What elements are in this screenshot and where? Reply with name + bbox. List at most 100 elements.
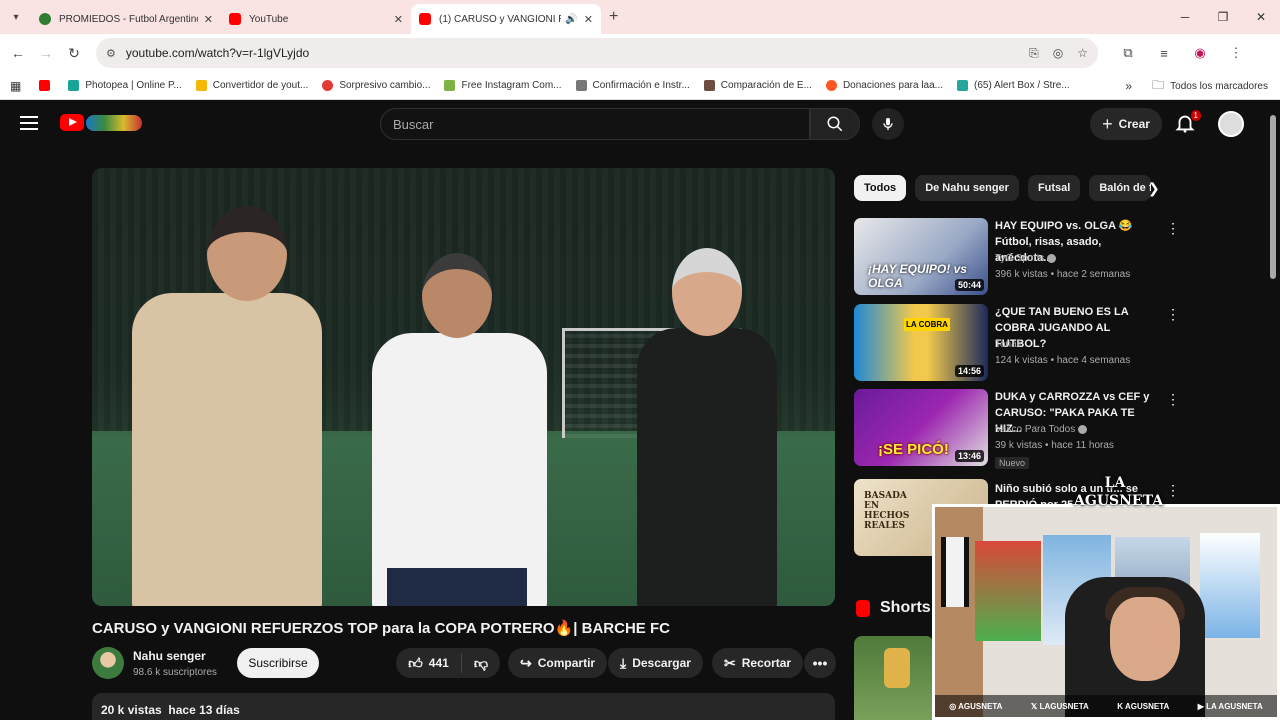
share-button[interactable]: ↪ Compartir <box>508 648 608 678</box>
more-vertical-icon[interactable]: ⋮ <box>1166 482 1180 499</box>
youtube-favicon-icon <box>229 13 241 25</box>
video-thumbnail[interactable]: LA COBRA 14:56 <box>854 304 988 381</box>
chip-from-channel[interactable]: De Nahu senger <box>915 175 1019 201</box>
recommendation-item[interactable]: ¡SE PICÓ! 13:46 DUKA y CARROZZA vs CEF y… <box>854 389 1180 469</box>
like-button[interactable]: 👍︎ 441 <box>396 653 462 673</box>
bookmark-item[interactable]: Photopea | Online P... <box>68 80 182 91</box>
chevron-right-icon[interactable]: ❯ <box>1148 180 1160 197</box>
bookmark-item[interactable]: Comparación de E... <box>703 80 812 91</box>
browser-tab-video[interactable]: (1) CARUSO y VANGIONI RE 🔊 ✕ <box>411 4 601 34</box>
window-controls: ─ ❐ ✕ <box>1166 0 1280 34</box>
duration-badge: 14:56 <box>954 365 984 377</box>
video-thumbnail[interactable]: ¡SE PICÓ! 13:46 <box>854 389 988 466</box>
recommendation-channel: TyC Sports <box>995 253 1057 264</box>
youtube-bookmark-icon[interactable] <box>35 80 54 91</box>
forward-arrow-icon[interactable]: → <box>32 45 60 61</box>
folder-icon: 🗀 <box>1152 77 1165 92</box>
youtube-doodle-logo <box>86 114 142 131</box>
verified-check-icon <box>1047 253 1057 263</box>
youtube-header: Buscar + Crear 1 <box>0 100 1280 148</box>
install-app-icon[interactable]: ⎘ <box>1029 46 1039 61</box>
speaker-icon[interactable]: 🔊 <box>565 14 577 25</box>
subscribe-button[interactable]: Suscribirse <box>237 648 319 678</box>
eye-off-icon[interactable]: ◎ <box>1053 46 1063 60</box>
close-tab-icon[interactable]: ✕ <box>204 13 213 26</box>
hamburger-menu-icon[interactable] <box>20 116 38 134</box>
microphone-icon <box>883 118 893 130</box>
upload-age: hace 13 días <box>168 703 240 717</box>
browser-menu-icon[interactable]: ⋮ <box>1218 45 1254 61</box>
chip-ballon[interactable]: Balón de f <box>1089 175 1152 201</box>
description-box[interactable]: 20 k vistas hace 13 días <box>92 693 835 720</box>
channel-name[interactable]: Nahu senger <box>133 649 206 663</box>
youtube-logo[interactable] <box>60 114 142 131</box>
minimize-icon[interactable]: ─ <box>1166 10 1204 24</box>
more-vertical-icon[interactable]: ⋮ <box>1166 391 1180 408</box>
bookmark-item[interactable]: Convertidor de yout... <box>195 80 308 91</box>
voice-search-button[interactable] <box>872 108 904 140</box>
search-input[interactable]: Buscar <box>380 108 810 140</box>
video-frame-person <box>372 333 547 606</box>
profile-icon[interactable]: ◉ <box>1182 45 1218 61</box>
address-bar[interactable]: ⚙ youtube.com/watch?v=r-1lgVLyjdo ⎘ ◎ ☆ <box>96 38 1098 68</box>
apps-grid-icon[interactable]: ▦ <box>10 79 21 93</box>
browser-tab-youtube[interactable]: YouTube ✕ <box>221 4 411 34</box>
bookmark-item[interactable]: Confirmación e Instr... <box>575 80 690 91</box>
back-arrow-icon[interactable]: ← <box>4 45 32 61</box>
dislike-button[interactable]: 👎︎ <box>462 655 500 672</box>
account-avatar[interactable] <box>1218 111 1244 137</box>
bookmark-item[interactable]: (65) Alert Box / Stre... <box>957 80 1070 91</box>
poster-shape <box>975 541 1041 641</box>
channel-avatar[interactable] <box>92 647 124 679</box>
new-tab-plus-icon[interactable]: + <box>609 8 618 26</box>
share-arrow-icon: ↪ <box>520 654 532 671</box>
close-window-icon[interactable]: ✕ <box>1242 10 1280 24</box>
all-bookmarks-folder[interactable]: 🗀 Todos los marcadores <box>1152 72 1268 100</box>
recommendation-item[interactable]: ¡HAY EQUIPO! vs OLGA 50:44 HAY EQUIPO vs… <box>854 218 1180 298</box>
like-dislike-group: 👍︎ 441 👎︎ <box>396 648 500 678</box>
search-button[interactable] <box>810 108 860 140</box>
chip-all[interactable]: Todos <box>854 175 907 201</box>
more-vertical-icon[interactable]: ⋮ <box>1166 220 1180 237</box>
clip-button[interactable]: ✂ Recortar <box>712 648 804 678</box>
more-actions-button[interactable]: ••• <box>804 648 836 678</box>
restore-icon[interactable]: ❐ <box>1204 10 1242 24</box>
recommendation-meta: 39 k vistas • hace 11 horas <box>995 440 1114 451</box>
kick-handle: K AGUSNETA <box>1117 701 1170 711</box>
social-handles-bar: ◎ AGUSNETA 𝕏 LAGUSNETA K AGUSNETA ▶ LA A… <box>935 695 1277 717</box>
short-thumbnail[interactable] <box>854 636 934 720</box>
x-handle: 𝕏 LAGUSNETA <box>1030 701 1089 711</box>
download-button[interactable]: ⤓ Descargar <box>608 648 703 678</box>
chip-futsal[interactable]: Futsal <box>1027 175 1081 201</box>
more-vertical-icon[interactable]: ⋮ <box>1166 306 1180 323</box>
tab-search-chevron-icon[interactable]: ▾ <box>5 6 27 28</box>
bookmark-favicon-icon <box>703 80 715 91</box>
close-tab-icon[interactable]: ✕ <box>584 13 593 26</box>
video-frame-head <box>422 253 492 338</box>
site-info-icon[interactable]: ⚙ <box>106 47 116 60</box>
reload-icon[interactable]: ↻ <box>60 45 88 62</box>
bookmark-favicon-icon <box>322 80 334 91</box>
thumbnail-text: LA COBRA <box>904 318 950 331</box>
view-count: 20 k vistas <box>101 703 162 717</box>
scissors-icon: ✂ <box>724 654 736 671</box>
video-title: CARUSO y VANGIONI REFUERZOS TOP para la … <box>92 620 670 637</box>
browser-tab-promiedos[interactable]: PROMIEDOS - Futbol Argentino ✕ <box>31 4 221 34</box>
bookmark-item[interactable]: Free Instagram Com... <box>444 80 562 91</box>
media-controls-icon[interactable]: ≡ <box>1146 46 1182 61</box>
create-button[interactable]: + Crear <box>1090 108 1162 140</box>
url-text: youtube.com/watch?v=r-1lgVLyjdo <box>125 46 310 60</box>
youtube-play-logo-icon <box>60 114 84 131</box>
extensions-puzzle-icon[interactable]: ⧉ <box>1110 45 1146 61</box>
more-bookmarks-chevron-icon[interactable]: » <box>1125 72 1132 100</box>
close-tab-icon[interactable]: ✕ <box>394 13 403 26</box>
bookmark-item[interactable]: Donaciones para laa... <box>825 80 943 91</box>
video-thumbnail[interactable]: ¡HAY EQUIPO! vs OLGA 50:44 <box>854 218 988 295</box>
video-player[interactable] <box>92 168 835 606</box>
bookmark-star-icon[interactable]: ☆ <box>1077 46 1088 60</box>
page-scrollbar[interactable] <box>1270 115 1276 279</box>
bookmark-item[interactable]: Sorpresivo cambio... <box>322 80 430 91</box>
notifications-button[interactable]: 1 <box>1174 110 1201 136</box>
soccer-ball-favicon-icon <box>39 13 51 25</box>
recommendation-item[interactable]: LA COBRA 14:56 ¿QUE TAN BUENO ES LA COBR… <box>854 304 1180 384</box>
